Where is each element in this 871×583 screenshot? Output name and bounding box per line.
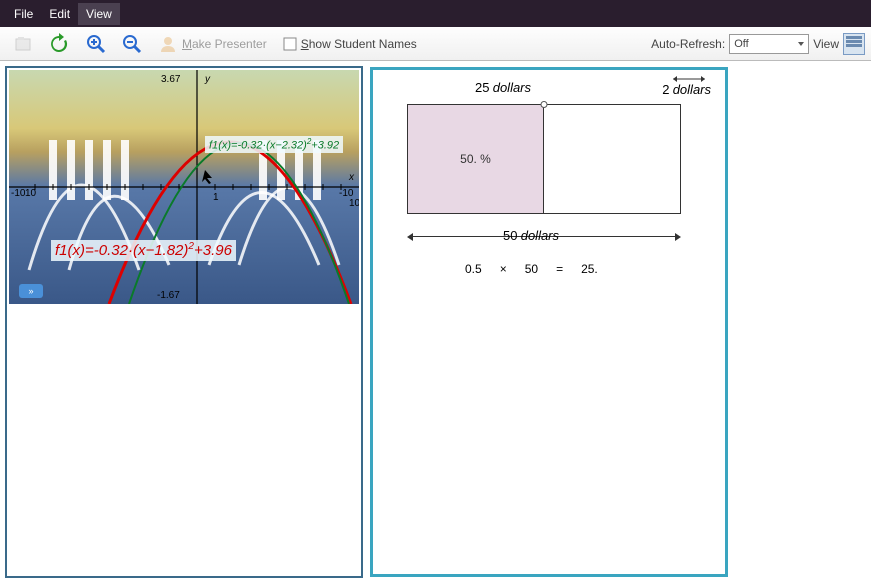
- menu-file[interactable]: File: [6, 3, 41, 25]
- svg-text:-10: -10: [11, 188, 26, 199]
- right-arrow-icon: [671, 76, 707, 82]
- menu-edit[interactable]: Edit: [41, 3, 78, 25]
- svg-text:10: 10: [25, 188, 37, 199]
- right-value-label: 2 dollars: [662, 82, 711, 98]
- capture-icon: [10, 33, 36, 55]
- bottom-value-label: 50 dollars: [503, 228, 559, 244]
- view-label: View: [813, 37, 839, 51]
- auto-refresh-label: Auto-Refresh:: [651, 37, 725, 51]
- percent-bar-handle[interactable]: [541, 101, 548, 108]
- top-value-label: 25 dollars: [475, 80, 531, 96]
- student-screen-1[interactable]: 3.67 y x -10 10 -10 10 1 -1.67 f1(x)=-0.…: [6, 67, 362, 577]
- svg-text:x: x: [348, 172, 355, 183]
- svg-text:-1.67: -1.67: [157, 290, 180, 301]
- student-screen-2[interactable]: 25 dollars 2 dollars 50. % 50 dollars 0.…: [370, 67, 728, 577]
- make-presenter-label: Make Presenter: [182, 37, 267, 51]
- show-names-label: Show Student Names: [301, 37, 417, 51]
- make-presenter-button: Make Presenter: [154, 32, 271, 56]
- svg-text:1: 1: [213, 192, 219, 203]
- show-names-checkbox[interactable]: Show Student Names: [279, 35, 421, 53]
- percent-bar-fill: 50. %: [408, 105, 544, 213]
- workspace: 3.67 y x -10 10 -10 10 1 -1.67 f1(x)=-0.…: [0, 61, 871, 583]
- percent-bar[interactable]: 50. %: [407, 104, 681, 214]
- svg-text:10: 10: [349, 198, 359, 209]
- grid-view-icon[interactable]: [843, 33, 865, 55]
- function-label-green: f1(x)=-0.32·(x−2.32)2+3.92: [205, 136, 343, 153]
- auto-refresh-dropdown[interactable]: Off: [729, 34, 809, 54]
- expand-icon[interactable]: »: [19, 284, 43, 298]
- menubar: File Edit View: [0, 0, 871, 27]
- svg-text:3.67: 3.67: [161, 74, 181, 85]
- function-label-red: f1(x)=-0.32·(x−1.82)2+3.96: [51, 240, 236, 261]
- menu-view[interactable]: View: [78, 3, 120, 25]
- svg-text:y: y: [204, 74, 211, 85]
- toolbar: Make Presenter Show Student Names Auto-R…: [0, 27, 871, 61]
- equation-row: 0.5×50=25.: [465, 262, 598, 276]
- refresh-icon[interactable]: [44, 31, 74, 57]
- zoom-in-icon[interactable]: [82, 32, 110, 56]
- zoom-out-icon[interactable]: [118, 32, 146, 56]
- graph-overlay: 3.67 y x -10 10 -10 10 1 -1.67: [9, 70, 359, 304]
